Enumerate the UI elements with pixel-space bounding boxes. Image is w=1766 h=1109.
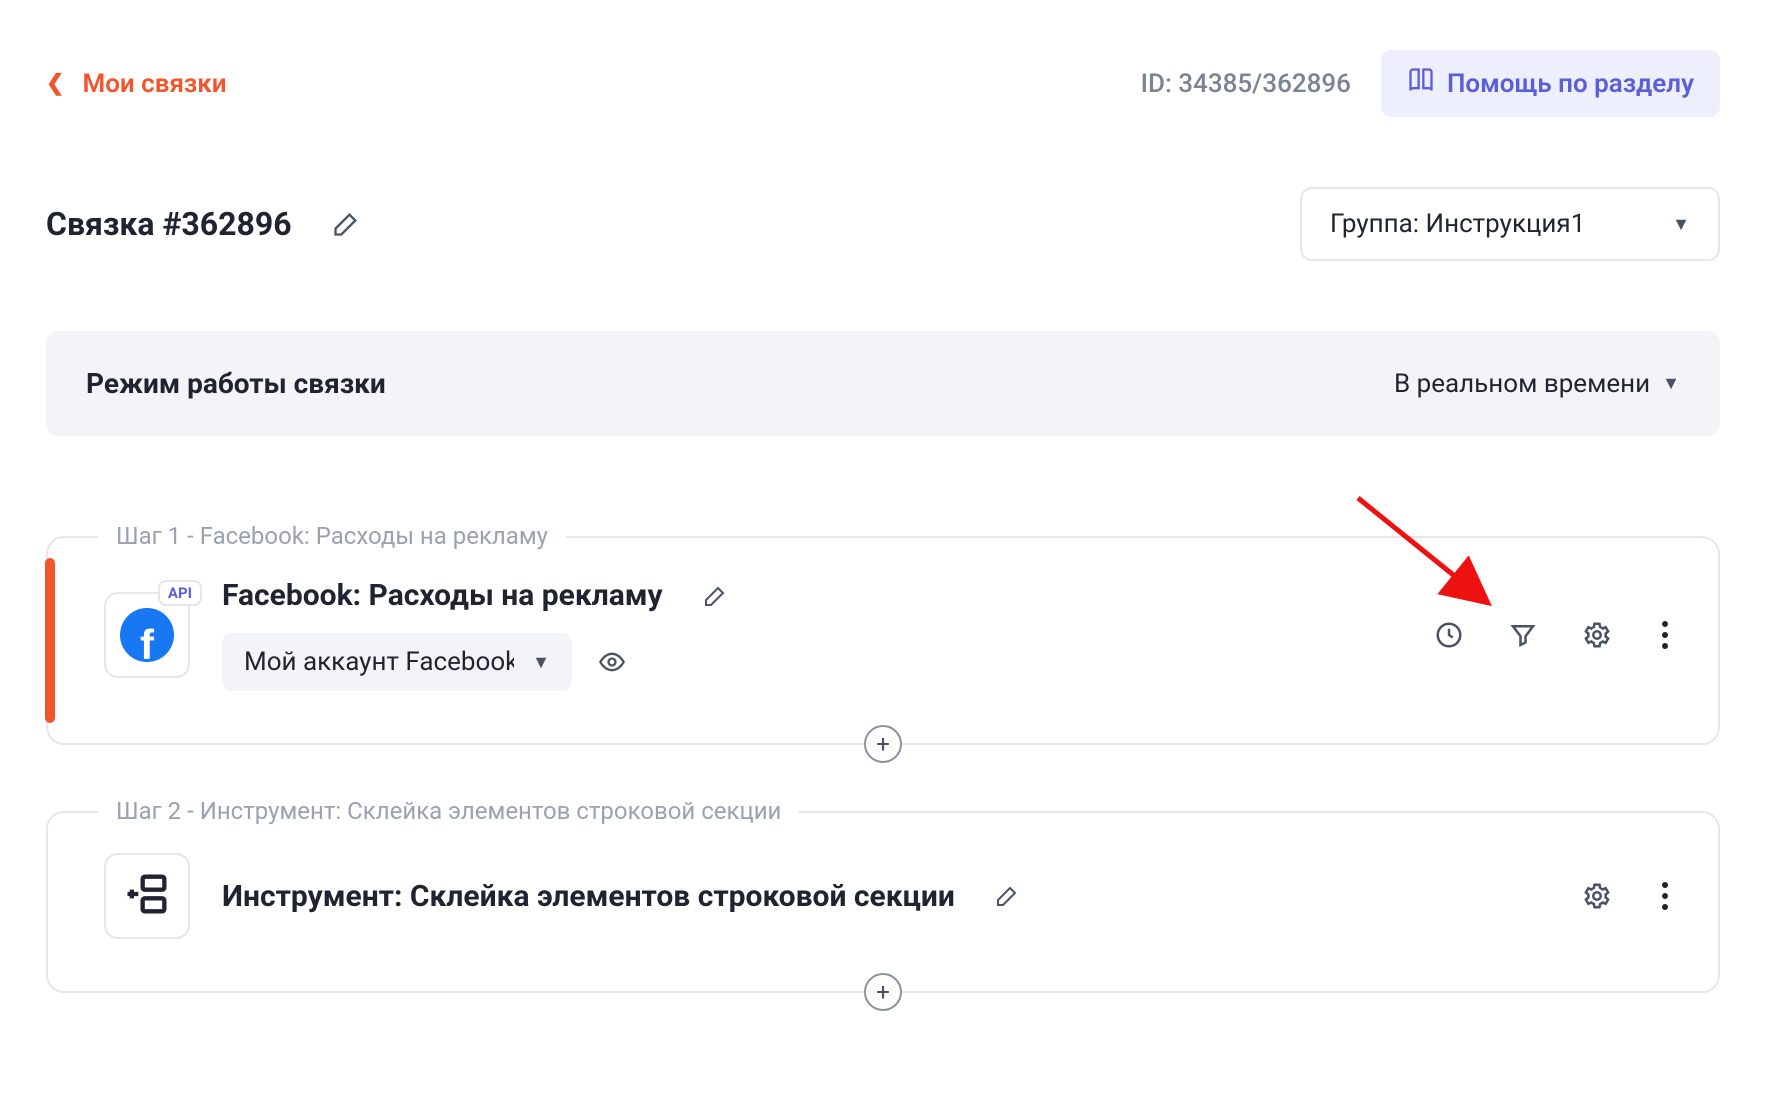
filter-button[interactable] bbox=[1508, 620, 1538, 650]
view-account-button[interactable] bbox=[598, 648, 626, 676]
add-step-button[interactable]: + bbox=[864, 973, 902, 1011]
api-badge: API bbox=[158, 580, 202, 606]
step-card-1: Шаг 1 - Facebook: Расходы на рекламу API… bbox=[46, 536, 1720, 745]
chevron-down-icon: ▼ bbox=[1672, 214, 1690, 235]
plus-icon: + bbox=[876, 980, 890, 1004]
step-card-2: Шаг 2 - Инструмент: Склейка элементов ст… bbox=[46, 811, 1720, 993]
help-button-label: Помощь по разделу bbox=[1447, 69, 1694, 99]
more-menu-button[interactable] bbox=[1656, 615, 1674, 655]
title-left: Связка #362896 bbox=[46, 205, 360, 243]
page-title: Связка #362896 bbox=[46, 205, 292, 243]
account-row: Мой аккаунт Facebook (р ▼ bbox=[222, 633, 1402, 691]
group-select-label: Группа: Инструкция1 bbox=[1330, 209, 1585, 239]
account-select-value: Мой аккаунт Facebook (р bbox=[244, 647, 514, 677]
step-title: Facebook: Расходы на рекламу bbox=[222, 578, 663, 613]
mode-select[interactable]: В реальном времени ▼ bbox=[1394, 369, 1680, 399]
add-step-button[interactable]: + bbox=[864, 725, 902, 763]
facebook-icon: f bbox=[120, 608, 174, 662]
step-content: Инструмент: Склейка элементов строковой … bbox=[222, 879, 1550, 914]
step-body: API f Facebook: Расходы на рекламу Мой а… bbox=[104, 578, 1674, 691]
help-button[interactable]: Помощь по разделу bbox=[1381, 50, 1720, 117]
step-legend: Шаг 2 - Инструмент: Склейка элементов ст… bbox=[98, 797, 799, 825]
chevron-left-icon: ❮ bbox=[46, 71, 64, 96]
more-menu-button[interactable] bbox=[1656, 876, 1674, 916]
step-legend: Шаг 1 - Facebook: Расходы на рекламу bbox=[98, 522, 566, 550]
step-title-row: Инструмент: Склейка элементов строковой … bbox=[222, 879, 1550, 914]
step-actions bbox=[1582, 876, 1674, 916]
step-content: Facebook: Расходы на рекламу Мой аккаунт… bbox=[222, 578, 1402, 691]
chevron-down-icon: ▼ bbox=[1662, 373, 1680, 394]
step-actions bbox=[1434, 615, 1674, 655]
group-select[interactable]: Группа: Инструкция1 ▼ bbox=[1300, 187, 1720, 261]
step-source-icon: API f bbox=[104, 592, 190, 678]
back-link[interactable]: ❮ Мои связки bbox=[46, 69, 227, 99]
merge-tool-icon bbox=[121, 868, 173, 924]
settings-button[interactable] bbox=[1582, 881, 1612, 911]
plus-icon: + bbox=[876, 732, 890, 756]
header-right: ID: 34385/362896 Помощь по разделу bbox=[1141, 50, 1720, 117]
step-title-row: Facebook: Расходы на рекламу bbox=[222, 578, 1402, 613]
book-icon bbox=[1407, 66, 1435, 101]
entity-id-label: ID: 34385/362896 bbox=[1141, 69, 1351, 99]
back-link-label: Мои связки bbox=[82, 69, 226, 99]
mode-label: Режим работы связки bbox=[86, 367, 386, 400]
mode-bar: Режим работы связки В реальном времени ▼ bbox=[46, 331, 1720, 436]
step-title: Инструмент: Склейка элементов строковой … bbox=[222, 879, 955, 914]
mode-select-value: В реальном времени bbox=[1394, 369, 1650, 399]
account-select[interactable]: Мой аккаунт Facebook (р ▼ bbox=[222, 633, 572, 691]
step-source-icon bbox=[104, 853, 190, 939]
edit-step-button[interactable] bbox=[995, 884, 1019, 908]
settings-button[interactable] bbox=[1582, 620, 1612, 650]
edit-title-button[interactable] bbox=[332, 210, 360, 238]
step-body: Инструмент: Склейка элементов строковой … bbox=[104, 853, 1674, 939]
chevron-down-icon: ▼ bbox=[532, 652, 550, 673]
page-header: ❮ Мои связки ID: 34385/362896 Помощь по … bbox=[46, 50, 1720, 117]
edit-step-button[interactable] bbox=[703, 584, 727, 608]
schedule-button[interactable] bbox=[1434, 620, 1464, 650]
title-row: Связка #362896 Группа: Инструкция1 ▼ bbox=[46, 187, 1720, 261]
